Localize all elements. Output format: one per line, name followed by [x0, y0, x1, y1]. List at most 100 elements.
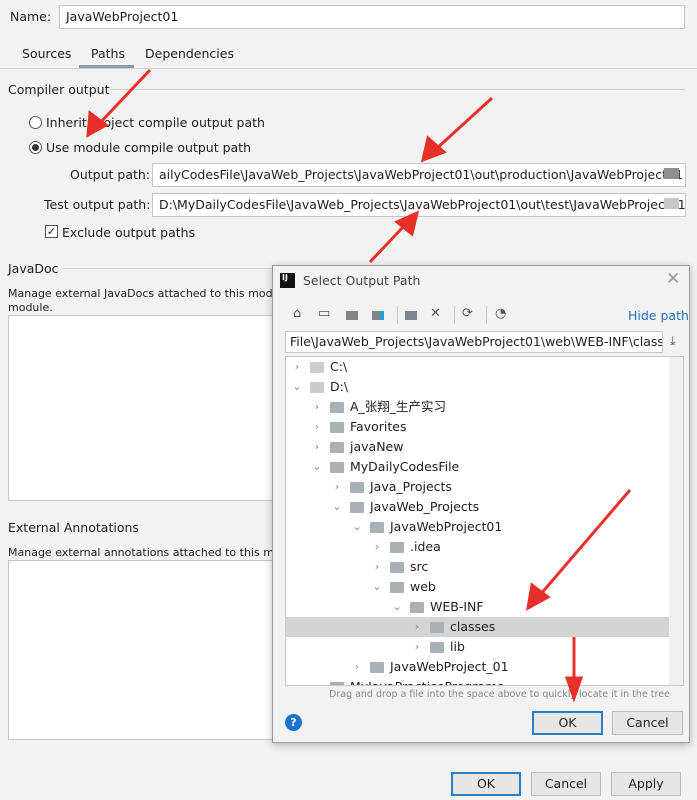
tree-node-label: Favorites	[350, 419, 407, 434]
help-icon[interactable]: ?	[285, 714, 302, 731]
inherit-radio[interactable]	[29, 116, 42, 132]
file-tree[interactable]: › C:\ ⌄ D:\ › A_张翔_生产实习 › Favorites › javaNew ⌄ MyD…	[285, 356, 684, 686]
desktop-icon[interactable]: ▭	[318, 306, 330, 321]
chevron-down-icon[interactable]: ⌄	[292, 377, 302, 397]
name-label: Name:	[10, 9, 52, 24]
delete-icon[interactable]: ✕	[430, 306, 441, 321]
tree-node-label: WEB-INF	[430, 599, 484, 614]
chevron-right-icon[interactable]: ›	[412, 617, 422, 637]
tree-node[interactable]: ⌄ MyDailyCodesFile	[286, 457, 669, 477]
chevron-right-icon[interactable]: ›	[412, 637, 422, 657]
home-icon[interactable]: ⌂	[293, 306, 301, 321]
test-output-path-input[interactable]: D:\MyDailyCodesFile\JavaWeb_Projects\Jav…	[152, 193, 686, 217]
chevron-right-icon[interactable]: ›	[312, 437, 322, 457]
folder-icon	[350, 502, 364, 513]
tree-node[interactable]: ⌄ D:\	[286, 377, 669, 397]
folder-icon	[370, 662, 384, 673]
folder-icon	[390, 562, 404, 573]
tree-node[interactable]: › JavaWebProject_01	[286, 657, 669, 677]
tree-node[interactable]: › classes	[286, 617, 669, 637]
module-folder-icon[interactable]	[372, 311, 384, 320]
tree-node[interactable]: › javaNew	[286, 437, 669, 457]
tree-node-label: lib	[450, 639, 465, 654]
exclude-checkbox[interactable]: ✓	[45, 225, 58, 238]
chevron-right-icon[interactable]: ›	[332, 477, 342, 497]
folder-icon	[330, 462, 344, 473]
tree-node-label: D:\	[330, 379, 349, 394]
tree-node[interactable]: › MyJavaPracticePrograms	[286, 677, 669, 685]
use-module-radio[interactable]	[29, 141, 42, 157]
tab-divider	[0, 68, 697, 69]
folder-icon	[330, 422, 344, 433]
tree-scrollbar[interactable]	[669, 357, 683, 685]
tree-node[interactable]: › Java_Projects	[286, 477, 669, 497]
chevron-down-icon[interactable]: ⌄	[352, 517, 362, 537]
folder-open-icon[interactable]	[664, 198, 679, 209]
cancel-button[interactable]: Cancel	[531, 772, 601, 796]
use-module-label[interactable]: Use module compile output path	[46, 140, 251, 155]
chevron-down-icon[interactable]: ⌄	[372, 577, 382, 597]
tab-sources[interactable]: Sources	[22, 46, 71, 66]
tree-node[interactable]: › .idea	[286, 537, 669, 557]
select-output-path-dialog: IJ Select Output Path ✕ ⌂ ▭ ✕ ⟳ ◔ Hide p…	[272, 265, 690, 743]
exclude-label[interactable]: Exclude output paths	[62, 225, 195, 240]
chevron-right-icon[interactable]: ›	[372, 557, 382, 577]
tree-node[interactable]: ⌄ JavaWebProject01	[286, 517, 669, 537]
test-output-path-label: Test output path:	[44, 197, 151, 212]
toolbar-separator	[397, 306, 398, 324]
dialog-title: Select Output Path	[303, 273, 421, 288]
dialog-cancel-button[interactable]: Cancel	[612, 711, 683, 735]
output-path-input[interactable]: ailyCodesFile\JavaWeb_Projects\JavaWebPr…	[152, 163, 686, 187]
drive-icon	[310, 382, 324, 393]
apply-button[interactable]: Apply	[611, 772, 681, 796]
tree-node[interactable]: ⌄ web	[286, 577, 669, 597]
chevron-down-icon[interactable]: ⌄	[312, 457, 322, 477]
javadoc-title: JavaDoc	[8, 261, 59, 276]
new-folder-icon[interactable]	[405, 311, 417, 320]
tree-node-label: .idea	[410, 539, 441, 554]
tree-node-label: Java_Projects	[370, 479, 452, 494]
tree-node[interactable]: › src	[286, 557, 669, 577]
download-icon[interactable]: ⤓	[670, 333, 676, 349]
tree-node[interactable]: › C:\	[286, 357, 669, 377]
tree-node[interactable]: › A_张翔_生产实习	[286, 397, 669, 417]
annotations-description: Manage external annotations attached to …	[8, 546, 288, 559]
tree-node[interactable]: ⌄ JavaWeb_Projects	[286, 497, 669, 517]
tree-node-label: src	[410, 559, 429, 574]
tree-node-label: MyDailyCodesFile	[350, 459, 460, 474]
chevron-right-icon[interactable]: ›	[312, 677, 322, 685]
project-folder-icon[interactable]	[346, 311, 358, 320]
folder-icon	[390, 542, 404, 553]
chevron-down-icon[interactable]: ⌄	[332, 497, 342, 517]
path-input[interactable]: File\JavaWeb_Projects\JavaWebProject01\w…	[285, 331, 663, 353]
section-divider	[110, 89, 685, 90]
section-divider	[62, 268, 272, 269]
chevron-right-icon[interactable]: ›	[352, 657, 362, 677]
folder-open-icon[interactable]	[664, 168, 679, 179]
dialog-ok-button[interactable]: OK	[532, 711, 603, 735]
intellij-logo-icon: IJ	[280, 273, 295, 288]
hide-path-link[interactable]: Hide path	[628, 308, 689, 323]
tree-node[interactable]: ⌄ WEB-INF	[286, 597, 669, 617]
tree-node-label: JavaWebProject01	[390, 519, 503, 534]
annotations-title: External Annotations	[8, 520, 139, 535]
chevron-down-icon[interactable]: ⌄	[392, 597, 402, 617]
chevron-right-icon[interactable]: ›	[292, 357, 302, 377]
chevron-right-icon[interactable]: ›	[312, 397, 322, 417]
tab-dependencies[interactable]: Dependencies	[145, 46, 234, 66]
ok-button[interactable]: OK	[451, 772, 521, 796]
show-hidden-icon[interactable]: ◔	[495, 306, 506, 321]
tab-paths[interactable]: Paths	[91, 46, 125, 66]
toolbar-separator	[486, 306, 487, 324]
refresh-icon[interactable]: ⟳	[462, 306, 473, 321]
tree-node[interactable]: › lib	[286, 637, 669, 657]
javadoc-description: Manage external JavaDocs attached to thi…	[8, 287, 290, 300]
close-icon[interactable]: ✕	[666, 269, 680, 289]
inherit-label[interactable]: Inherit project compile output path	[46, 115, 265, 130]
chevron-right-icon[interactable]: ›	[372, 537, 382, 557]
drive-icon	[310, 362, 324, 373]
name-input[interactable]: JavaWebProject01	[59, 5, 685, 29]
tree-node[interactable]: › Favorites	[286, 417, 669, 437]
chevron-right-icon[interactable]: ›	[312, 417, 322, 437]
test-output-path-value: D:\MyDailyCodesFile\JavaWeb_Projects\Jav…	[159, 197, 686, 212]
